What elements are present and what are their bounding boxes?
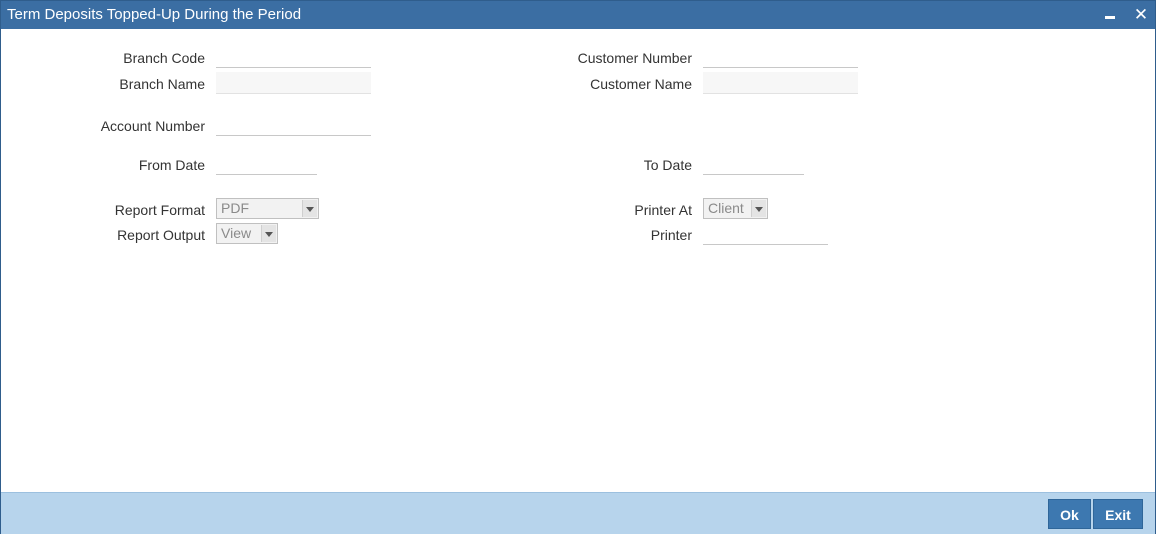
to-date-input[interactable]	[703, 153, 804, 175]
chevron-down-icon[interactable]	[751, 200, 766, 217]
minimize-icon[interactable]	[1101, 6, 1119, 24]
ok-button[interactable]: Ok	[1048, 499, 1091, 529]
title-bar: Term Deposits Topped-Up During the Perio…	[1, 1, 1155, 29]
printer-label: Printer	[650, 227, 692, 243]
report-output-select[interactable]: View	[216, 223, 278, 244]
close-icon[interactable]: ✕	[1132, 6, 1150, 24]
branch-code-input[interactable]	[216, 46, 371, 68]
report-dialog: Term Deposits Topped-Up During the Perio…	[0, 0, 1156, 534]
printer-at-select[interactable]: Client	[703, 198, 768, 219]
report-output-value: View	[221, 225, 252, 241]
report-output-label: Report Output	[117, 227, 205, 243]
customer-number-label: Customer Number	[577, 50, 692, 66]
to-date-label: To Date	[643, 157, 692, 173]
from-date-input[interactable]	[216, 153, 317, 175]
branch-name-field	[216, 72, 371, 94]
branch-code-label: Branch Code	[123, 50, 205, 66]
customer-name-label: Customer Name	[590, 76, 692, 92]
printer-input[interactable]	[703, 223, 828, 245]
from-date-label: From Date	[138, 157, 205, 173]
chevron-down-icon[interactable]	[302, 200, 317, 217]
account-number-input[interactable]	[216, 114, 371, 136]
exit-button[interactable]: Exit	[1093, 499, 1143, 529]
chevron-down-icon[interactable]	[261, 225, 276, 242]
report-format-select[interactable]: PDF	[216, 198, 319, 219]
customer-name-field	[703, 72, 858, 94]
report-format-label: Report Format	[114, 202, 205, 218]
printer-at-value: Client	[708, 200, 744, 216]
window-title: Term Deposits Topped-Up During the Perio…	[7, 6, 302, 23]
report-format-value: PDF	[221, 200, 249, 216]
branch-name-label: Branch Name	[119, 76, 205, 92]
account-number-label: Account Number	[100, 118, 205, 134]
printer-at-label: Printer At	[634, 202, 692, 218]
footer-bar: Ok Exit	[1, 492, 1155, 534]
customer-number-input[interactable]	[703, 46, 858, 68]
